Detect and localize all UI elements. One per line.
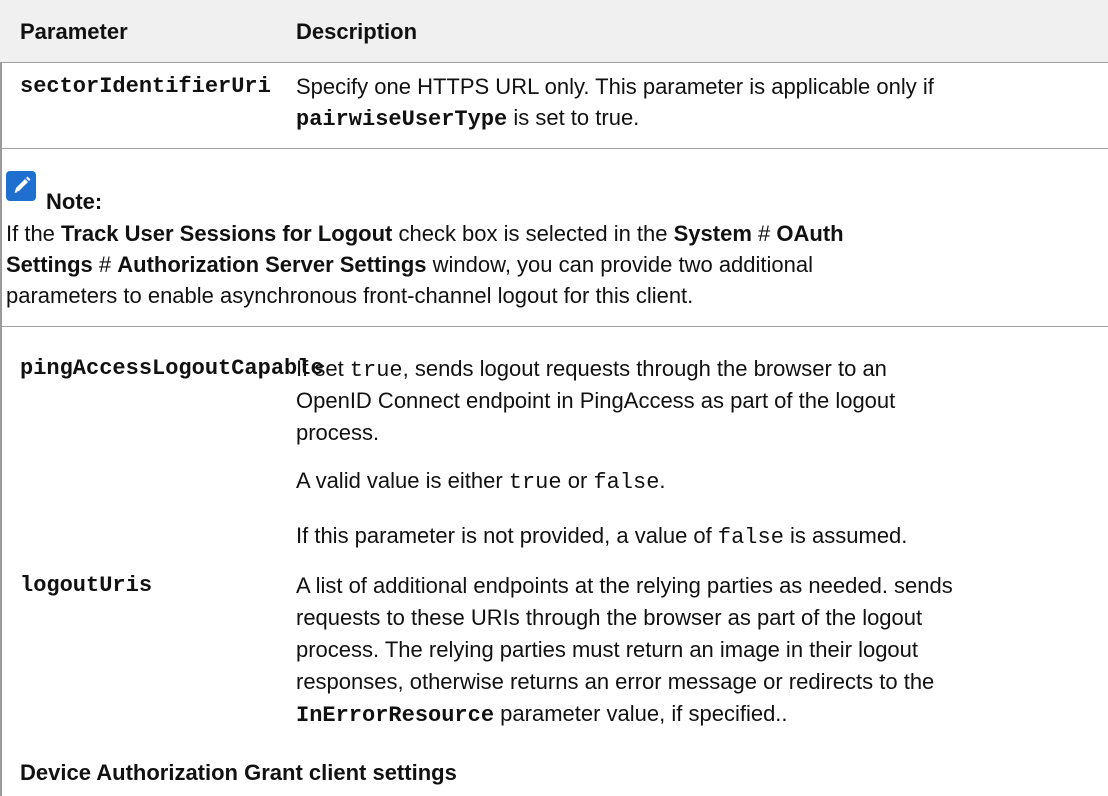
row-divider: [0, 148, 1108, 149]
header-parameter: Parameter: [20, 19, 128, 44]
header-description: Description: [296, 19, 418, 44]
row-divider: [0, 326, 1108, 327]
param-description: requests to these URIs through the brows…: [296, 605, 923, 630]
inline-code: InErrorResource: [296, 703, 495, 728]
text-run: If the: [6, 221, 62, 246]
text-run: check box is selected in the: [392, 221, 674, 246]
text-run: window, you can provide two additional: [426, 252, 814, 277]
text-run: .: [659, 468, 666, 493]
param-description: If set true, sends logout requests throu…: [296, 354, 887, 386]
section-heading: Device Authorization Grant client settin…: [20, 760, 457, 785]
param-description: OpenID Connect endpoint in PingAccess as…: [296, 388, 896, 413]
inline-code: true: [508, 470, 562, 495]
table-header: [0, 0, 1108, 62]
param-name: sectorIdentifierUri: [20, 74, 271, 99]
text-run: or: [561, 468, 594, 493]
text-run: OAuth: [776, 221, 844, 246]
inline-code: false: [593, 470, 660, 495]
text-run: parameter value, if specified..: [494, 701, 788, 726]
inline-code: pairwiseUserType: [296, 107, 508, 132]
text-run: is set to true.: [507, 105, 640, 130]
note-text: Settings # Authorization Server Settings…: [6, 250, 813, 280]
param-description: process. The relying parties must return…: [296, 637, 919, 662]
param-description: process.: [296, 420, 380, 445]
text-run: If this parameter is not provided, a val…: [296, 523, 718, 548]
param-description: If this parameter is not provided, a val…: [296, 521, 907, 553]
text-run: #: [751, 221, 777, 246]
param-description: responses, otherwise returns an error me…: [296, 669, 935, 694]
row-border: [0, 62, 2, 148]
text-run: System: [673, 221, 752, 246]
text-run: A valid value is either: [296, 468, 509, 493]
header-divider: [0, 62, 1108, 63]
note-heading: Note:: [46, 189, 103, 214]
param-description: A list of additional endpoints at the re…: [296, 573, 953, 598]
inline-code: true: [349, 358, 403, 383]
text-run: Authorization Server Settings: [117, 252, 427, 277]
note-border: [0, 148, 2, 326]
text-run: Track User Sessions for Logout: [61, 221, 393, 246]
note-text: parameters to enable asynchronous front-…: [6, 283, 694, 308]
param-description: A valid value is either true or false.: [296, 466, 666, 498]
param-name: logoutUris: [20, 573, 153, 598]
text-run: , sends logout requests through the brow…: [402, 356, 887, 381]
text-run: If set: [296, 356, 350, 381]
param-description: pairwiseUserType is set to true.: [296, 103, 639, 135]
pencil-note-icon: [6, 171, 36, 201]
param-name: pingAccessLogoutCapable: [20, 356, 324, 381]
row-border: [0, 326, 2, 796]
param-description: Specify one HTTPS URL only. This paramet…: [296, 74, 934, 99]
text-run: Settings: [6, 252, 93, 277]
note-text: If the Track User Sessions for Logout ch…: [6, 219, 844, 249]
param-description: InErrorResource parameter value, if spec…: [296, 699, 788, 731]
inline-code: false: [717, 525, 784, 550]
text-run: is assumed.: [783, 523, 908, 548]
text-run: #: [92, 252, 118, 277]
